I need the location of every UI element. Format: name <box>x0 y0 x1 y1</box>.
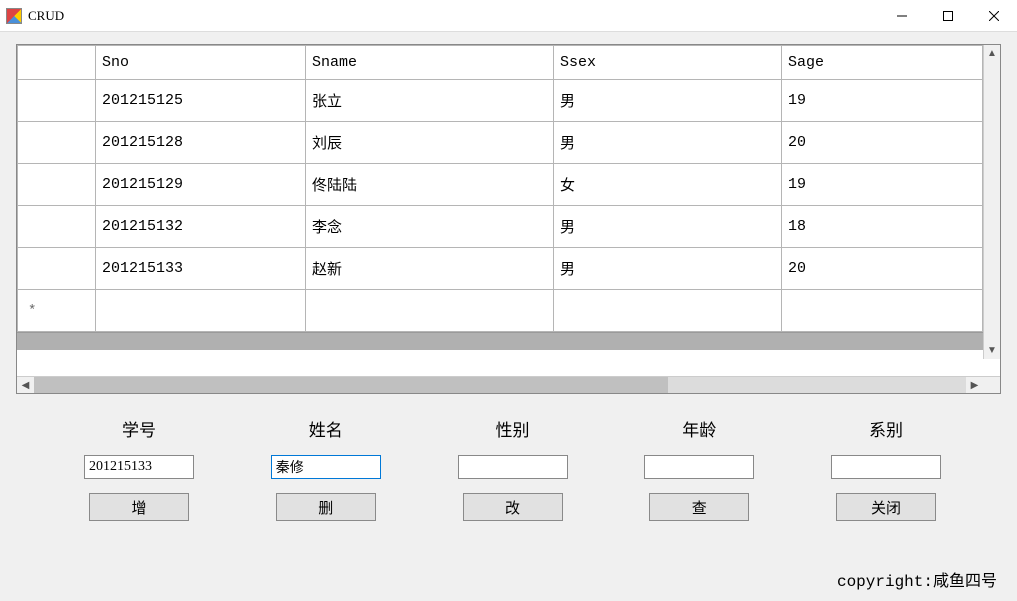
new-row[interactable]: * <box>18 290 983 332</box>
cell-sage[interactable] <box>782 290 983 332</box>
cell-sno[interactable]: 201215133 <box>96 248 306 290</box>
scroll-right-icon[interactable]: ▶ <box>966 377 983 393</box>
data-grid-table: Sno Sname Ssex Sage 201215125 张立 男 19 <box>17 45 983 332</box>
delete-button[interactable]: 删 <box>276 493 376 521</box>
cell-ssex[interactable] <box>554 290 782 332</box>
close-button[interactable]: 关闭 <box>836 493 936 521</box>
add-button[interactable]: 增 <box>89 493 189 521</box>
table-row[interactable]: 201215129 佟陆陆 女 19 <box>18 164 983 206</box>
label-sage: 年龄 <box>682 416 716 441</box>
form-area: 学号 增 姓名 删 性别 改 年龄 查 系别 关闭 <box>16 416 1001 521</box>
table-row[interactable]: 201215132 李念 男 18 <box>18 206 983 248</box>
grid-horizontal-scrollbar[interactable]: ◀ ▶ <box>17 376 1000 393</box>
input-sage[interactable] <box>644 455 754 479</box>
grid-filler <box>17 332 983 350</box>
cell-sname[interactable]: 刘辰 <box>306 122 554 164</box>
scroll-up-icon[interactable]: ▲ <box>984 45 1000 62</box>
cell-ssex[interactable]: 男 <box>554 248 782 290</box>
label-sname: 姓名 <box>309 416 343 441</box>
label-sno: 学号 <box>122 416 156 441</box>
row-header[interactable] <box>18 206 96 248</box>
row-header[interactable] <box>18 164 96 206</box>
title-bar: CRUD <box>0 0 1017 32</box>
form-col-sage: 年龄 查 <box>624 416 774 521</box>
header-row: Sno Sname Ssex Sage <box>18 46 983 80</box>
cell-sage[interactable]: 20 <box>782 248 983 290</box>
label-ssex: 性别 <box>496 416 530 441</box>
update-button[interactable]: 改 <box>463 493 563 521</box>
cell-sno[interactable]: 201215129 <box>96 164 306 206</box>
cell-sage[interactable]: 20 <box>782 122 983 164</box>
form-col-sdept: 系别 关闭 <box>811 416 961 521</box>
close-window-button[interactable] <box>971 0 1017 32</box>
maximize-button[interactable] <box>925 0 971 32</box>
scroll-down-icon[interactable]: ▼ <box>984 342 1000 359</box>
cell-sno[interactable] <box>96 290 306 332</box>
cell-ssex[interactable]: 男 <box>554 80 782 122</box>
form-col-sname: 姓名 删 <box>251 416 401 521</box>
query-button[interactable]: 查 <box>649 493 749 521</box>
col-header-ssex[interactable]: Ssex <box>554 46 782 80</box>
cell-sname[interactable]: 张立 <box>306 80 554 122</box>
table-row[interactable]: 201215133 赵新 男 20 <box>18 248 983 290</box>
scroll-h-track[interactable] <box>34 377 966 393</box>
cell-sname[interactable]: 李念 <box>306 206 554 248</box>
table-row[interactable]: 201215125 张立 男 19 <box>18 80 983 122</box>
cell-ssex[interactable]: 男 <box>554 206 782 248</box>
row-header[interactable] <box>18 122 96 164</box>
copyright-label: copyright:咸鱼四号 <box>837 567 997 591</box>
input-sno[interactable] <box>84 455 194 479</box>
cell-ssex[interactable]: 女 <box>554 164 782 206</box>
cell-sname[interactable] <box>306 290 554 332</box>
scroll-v-track[interactable] <box>984 62 1000 342</box>
col-header-sno[interactable]: Sno <box>96 46 306 80</box>
cell-sno[interactable]: 201215132 <box>96 206 306 248</box>
cell-sage[interactable]: 18 <box>782 206 983 248</box>
data-grid[interactable]: Sno Sname Ssex Sage 201215125 张立 男 19 <box>16 44 1001 394</box>
client-area: Sno Sname Ssex Sage 201215125 张立 男 19 <box>0 32 1017 601</box>
cell-ssex[interactable]: 男 <box>554 122 782 164</box>
form-col-ssex: 性别 改 <box>438 416 588 521</box>
input-sname[interactable] <box>271 455 381 479</box>
scroll-corner <box>983 377 1000 393</box>
minimize-button[interactable] <box>879 0 925 32</box>
cell-sname[interactable]: 佟陆陆 <box>306 164 554 206</box>
cell-sname[interactable]: 赵新 <box>306 248 554 290</box>
cell-sno[interactable]: 201215125 <box>96 80 306 122</box>
input-sdept[interactable] <box>831 455 941 479</box>
label-sdept: 系别 <box>869 416 903 441</box>
new-row-marker[interactable]: * <box>18 290 96 332</box>
scroll-left-icon[interactable]: ◀ <box>17 377 34 393</box>
scroll-h-thumb[interactable] <box>34 377 668 393</box>
cell-sno[interactable]: 201215128 <box>96 122 306 164</box>
row-header[interactable] <box>18 248 96 290</box>
app-icon <box>6 8 22 24</box>
col-header-sname[interactable]: Sname <box>306 46 554 80</box>
cell-sage[interactable]: 19 <box>782 80 983 122</box>
grid-vertical-scrollbar[interactable]: ▲ ▼ <box>983 45 1000 359</box>
row-header[interactable] <box>18 80 96 122</box>
table-row[interactable]: 201215128 刘辰 男 20 <box>18 122 983 164</box>
cell-sage[interactable]: 19 <box>782 164 983 206</box>
col-header-sage[interactable]: Sage <box>782 46 983 80</box>
rowheader-corner <box>18 46 96 80</box>
window-title: CRUD <box>28 8 64 24</box>
form-col-sno: 学号 增 <box>64 416 214 521</box>
input-ssex[interactable] <box>458 455 568 479</box>
